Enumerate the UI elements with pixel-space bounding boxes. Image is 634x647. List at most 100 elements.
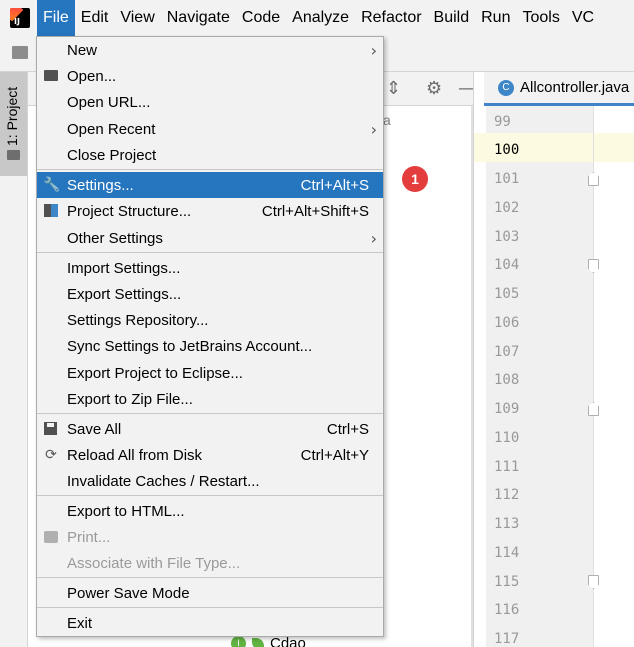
menu-item-save-all[interactable]: Save All Ctrl+S — [37, 416, 383, 442]
project-tool-tab[interactable]: 1: Project — [0, 72, 27, 176]
line-number: 100 — [494, 142, 520, 158]
gutter-separator — [593, 106, 594, 647]
menu-bar: File Edit View Navigate Code Analyze Ref… — [0, 0, 634, 36]
line-number-gutter[interactable]: 99 100 101 102 103 104 105 106 107 108 1… — [486, 106, 594, 647]
menu-item-export-zip[interactable]: Export to Zip File... — [37, 386, 383, 412]
menu-item-export-settings[interactable]: Export Settings... — [37, 281, 383, 307]
menu-item-label: Export to Zip File... — [67, 390, 193, 408]
tool-window-strip: 1: Project — [0, 72, 28, 647]
menu-refactor[interactable]: Refactor — [355, 0, 427, 36]
class-icon: I — [231, 636, 246, 647]
menu-item-label: Export Project to Eclipse... — [67, 364, 243, 382]
save-icon — [43, 421, 59, 437]
menu-analyze[interactable]: Analyze — [286, 0, 355, 36]
collapse-all-icon[interactable]: ⇕ — [386, 78, 401, 99]
menu-item-open[interactable]: Open... — [37, 63, 383, 89]
menu-item-project-structure[interactable]: Project Structure... Ctrl+Alt+Shift+S — [37, 198, 383, 224]
line-number: 101 — [494, 171, 520, 187]
menu-code[interactable]: Code — [236, 0, 286, 36]
menu-separator — [37, 169, 383, 170]
menu-item-label: Exit — [67, 614, 93, 632]
menu-separator — [37, 495, 383, 496]
line-number: 116 — [494, 602, 520, 618]
menu-separator — [37, 577, 383, 578]
editor: C Allcontroller.java 99 100 101 102 103 … — [473, 72, 634, 647]
menu-item-new[interactable]: New › — [37, 37, 383, 63]
menu-item-label: Reload All from Disk — [67, 446, 203, 464]
menu-item-label: Print... — [67, 528, 111, 546]
menu-item-label: Open URL... — [67, 93, 151, 111]
menu-item-exit[interactable]: Exit — [37, 610, 383, 636]
step-number-badge: 1 — [402, 166, 428, 192]
gear-icon[interactable]: ⚙ — [426, 78, 442, 99]
menu-tools[interactable]: Tools — [516, 0, 565, 36]
line-number: 99 — [494, 114, 511, 130]
menu-navigate[interactable]: Navigate — [161, 0, 236, 36]
menu-item-reload-all[interactable]: ⟳ Reload All from Disk Ctrl+Alt+Y — [37, 442, 383, 468]
menu-edit[interactable]: Edit — [75, 0, 115, 36]
menu-item-label: Power Save Mode — [67, 584, 190, 602]
menu-item-label: Other Settings — [67, 229, 163, 247]
menu-item-label: Invalidate Caches / Restart... — [67, 472, 260, 490]
menu-item-associate-file-type: Associate with File Type... — [37, 550, 383, 576]
menu-separator — [37, 252, 383, 253]
menu-item-label: Open... — [67, 67, 117, 85]
menu-item-close-project[interactable]: Close Project — [37, 142, 383, 168]
menu-item-label: Sync Settings to JetBrains Account... — [67, 337, 313, 355]
menu-separator — [37, 607, 383, 608]
line-number: 112 — [494, 487, 520, 503]
menu-separator — [37, 413, 383, 414]
project-tab-label: 1: Project — [4, 86, 20, 146]
line-number: 105 — [494, 286, 520, 302]
menu-item-settings[interactable]: 🔧 Settings... Ctrl+Alt+S — [37, 172, 383, 198]
menu-item-label: Associate with File Type... — [67, 554, 241, 572]
menu-item-label: Save All — [67, 420, 122, 438]
menu-item-sync-settings[interactable]: Sync Settings to JetBrains Account... — [37, 333, 383, 359]
line-number: 110 — [494, 430, 520, 446]
open-folder-icon — [43, 68, 59, 84]
line-number: 104 — [494, 257, 520, 273]
menu-item-label: Export to HTML... — [67, 502, 185, 520]
menu-build[interactable]: Build — [428, 0, 476, 36]
menu-item-other-settings[interactable]: Other Settings › — [37, 225, 383, 251]
menu-item-open-recent[interactable]: Open Recent › — [37, 116, 383, 142]
java-class-icon: C — [498, 79, 514, 96]
menu-item-label: Export Settings... — [67, 285, 182, 303]
printer-icon — [43, 529, 59, 545]
line-number: 109 — [494, 401, 520, 417]
menu-run[interactable]: Run — [475, 0, 516, 36]
menu-view[interactable]: View — [114, 0, 160, 36]
folder-icon — [7, 150, 20, 160]
line-number: 114 — [494, 545, 520, 561]
menu-item-print: Print... — [37, 524, 383, 550]
menu-item-import-settings[interactable]: Import Settings... — [37, 255, 383, 281]
menu-item-power-save-mode[interactable]: Power Save Mode — [37, 580, 383, 606]
menu-item-open-url[interactable]: Open URL... — [37, 89, 383, 115]
menu-item-shortcut: Ctrl+S — [326, 420, 369, 438]
menu-item-export-eclipse[interactable]: Export Project to Eclipse... — [37, 360, 383, 386]
menu-item-label: Settings... — [67, 176, 134, 194]
refresh-icon: ⟳ — [45, 447, 57, 463]
menu-vcs[interactable]: VC — [566, 0, 600, 36]
menu-item-shortcut: Ctrl+Alt+Shift+S — [261, 202, 369, 220]
line-number: 102 — [494, 200, 520, 216]
tree-item-text: a — [383, 112, 391, 128]
line-number: 115 — [494, 574, 520, 590]
folder-icon[interactable] — [12, 46, 28, 59]
editor-tab-allcontroller[interactable]: C Allcontroller.java — [484, 72, 634, 106]
menu-file[interactable]: File — [37, 0, 75, 36]
line-number: 117 — [494, 631, 520, 647]
menu-item-label: Close Project — [67, 146, 157, 164]
menu-item-settings-repository[interactable]: Settings Repository... — [37, 307, 383, 333]
submenu-arrow-icon: › — [370, 40, 377, 60]
menu-item-invalidate-caches[interactable]: Invalidate Caches / Restart... — [37, 468, 383, 494]
menu-item-shortcut: Ctrl+Alt+S — [300, 176, 369, 194]
package-icon — [252, 637, 264, 647]
menu-item-export-html[interactable]: Export to HTML... — [37, 498, 383, 524]
submenu-arrow-icon: › — [370, 228, 377, 248]
editor-tab-label: Allcontroller.java — [520, 79, 630, 96]
line-number: 106 — [494, 315, 520, 331]
wrench-icon: 🔧 — [43, 177, 61, 193]
line-number: 108 — [494, 372, 520, 388]
line-number: 107 — [494, 344, 520, 360]
